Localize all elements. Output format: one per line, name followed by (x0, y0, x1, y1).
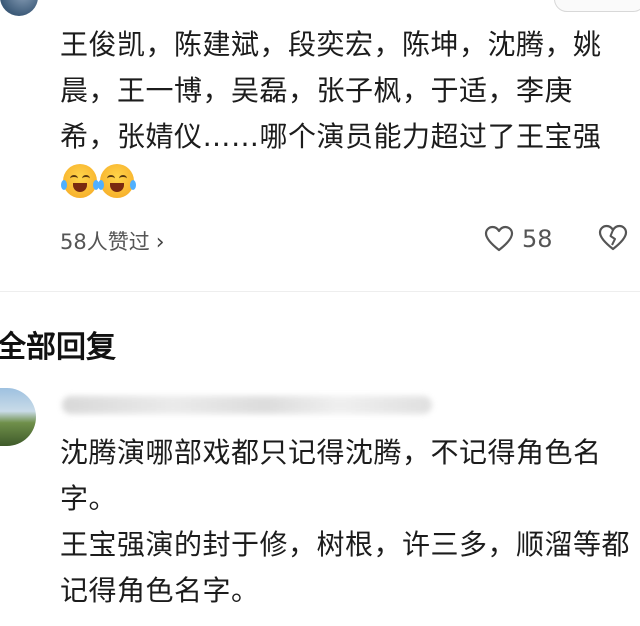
like-count: 58 (522, 225, 553, 253)
follow-button[interactable] (554, 0, 640, 12)
comment-meta-row: 58人赞过 › 58 (60, 222, 640, 256)
broken-heart-outline-icon (598, 224, 628, 251)
crying-laughing-emoji-icon (98, 164, 136, 198)
comment-body: 王俊凯，陈建斌，段奕宏，陈坤，沈腾，姚晨，王一博，吴磊，张子枫，于适，李庚希，张… (60, 22, 620, 206)
chevron-right-icon: › (155, 230, 165, 255)
like-button[interactable]: 58 (484, 222, 553, 256)
crying-laughing-emoji-icon (61, 164, 99, 198)
all-replies-title: 全部回复 (0, 330, 116, 365)
comment-text: 王俊凯，陈建斌，段奕宏，陈坤，沈腾，姚晨，王一博，吴磊，张子枫，于适，李庚希，张… (60, 28, 602, 153)
heart-outline-icon (484, 225, 514, 252)
reply-paragraph: 沈腾演哪部戏都只记得沈腾，不记得角色名字。 (60, 436, 602, 515)
top-avatar[interactable] (0, 0, 38, 16)
reply-paragraph: 王宝强演的封于修，树根，许三多，顺溜等都记得角色名字。 (60, 528, 631, 607)
reply-body: 沈腾演哪部戏都只记得沈腾，不记得角色名字。 王宝强演的封于修，树根，许三多，顺溜… (60, 430, 630, 614)
liked-by-label: 58人赞过 (60, 230, 150, 254)
divider (0, 291, 640, 292)
dislike-button[interactable] (598, 224, 628, 257)
reply-avatar[interactable] (0, 388, 36, 446)
reply-username-redacted (62, 396, 432, 414)
liked-by-link[interactable]: 58人赞过 › (60, 226, 165, 256)
